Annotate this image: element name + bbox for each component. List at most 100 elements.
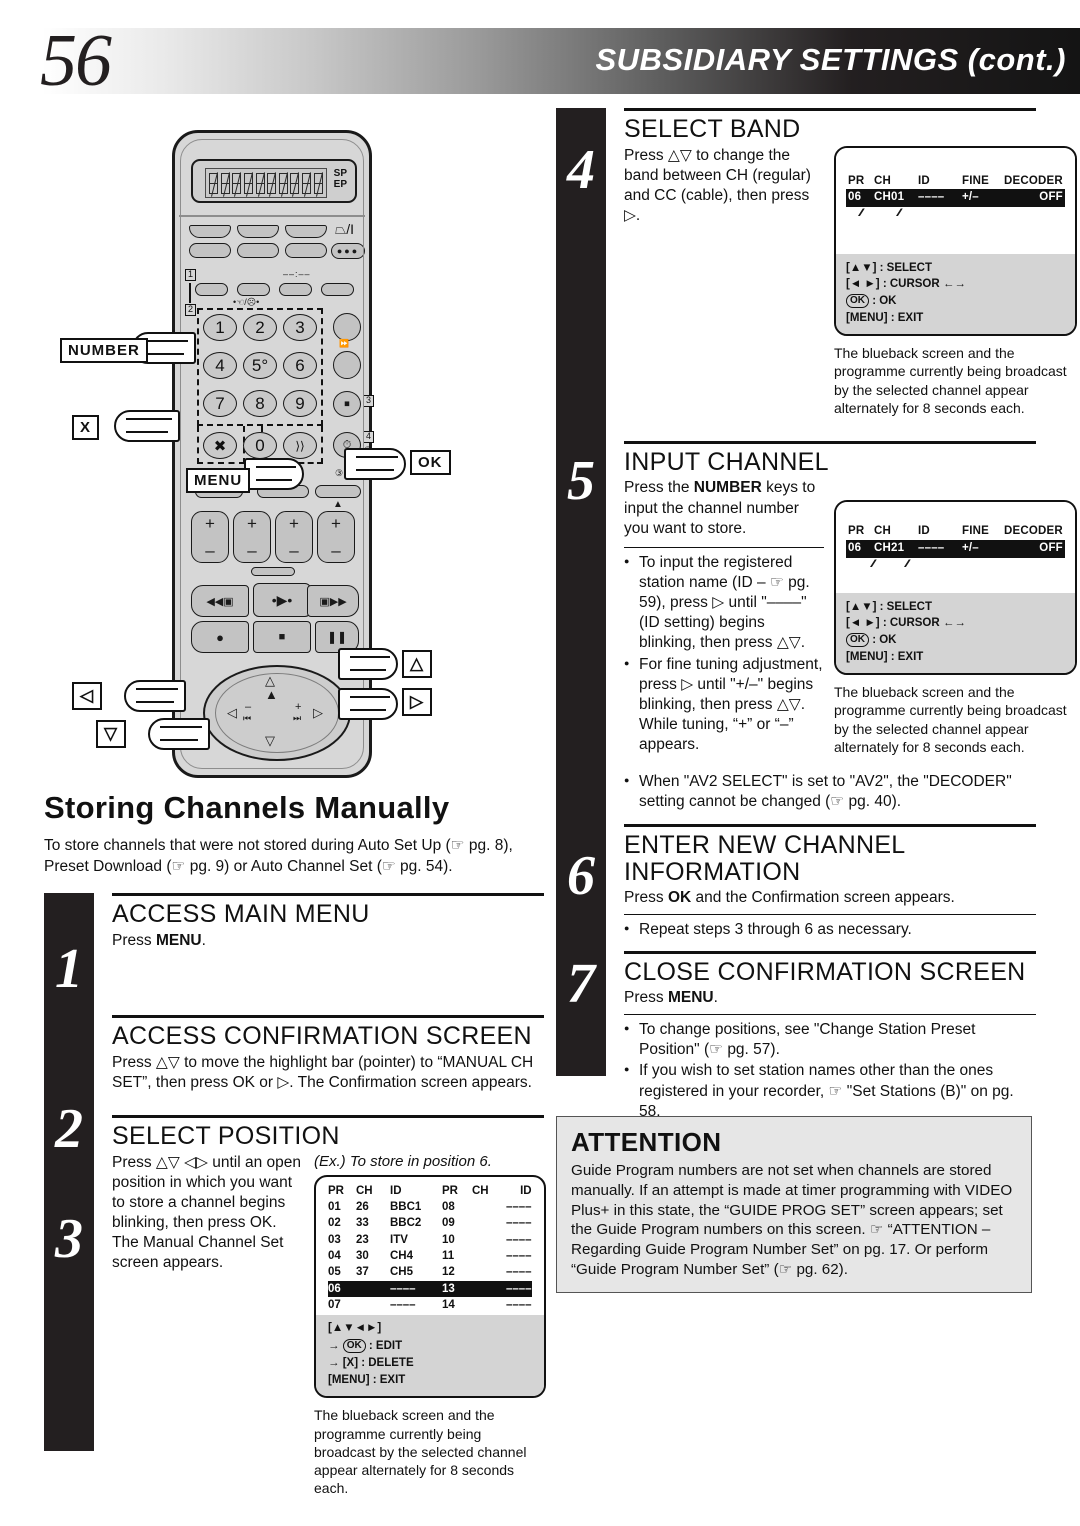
remote-function-button-4[interactable] (321, 283, 354, 296)
legend-edit: : EDIT (368, 1339, 403, 1352)
remote-function-button-3[interactable] (279, 283, 312, 296)
step-6-body-bold: OK (667, 889, 692, 907)
cursor-left-button[interactable]: ◁ (227, 705, 237, 721)
remote-body: SP EP ⏢/I ●●● ––:–– •☜/☹• 1 2 1 2 3 4 5°… (172, 130, 375, 778)
channel-list-cell: 37 (356, 1266, 369, 1279)
cursor-down-button[interactable]: ▽ (265, 733, 275, 749)
stop-button[interactable]: ■ (253, 621, 311, 653)
channel-list-cell: 02 (328, 1217, 341, 1230)
remote-speed-indicator: SP EP (334, 168, 347, 190)
col-header-pr2: PR (442, 1184, 458, 1197)
step-bar-right (556, 108, 606, 1076)
remote-source-button-3[interactable] (285, 243, 327, 258)
remote-tab-button-2[interactable] (237, 225, 279, 238)
osd-band-header-fine: FINE (962, 174, 989, 187)
osd-band-value-row: 06 CH01 –––– +/– OFF (846, 189, 1065, 207)
number-key-5[interactable]: 5° (243, 352, 277, 379)
section-intro-text: To store channels that were not stored d… (44, 837, 513, 875)
play-button[interactable]: •▶• (253, 583, 311, 617)
channel-list-cell: –––– (506, 1266, 532, 1279)
step-5-body-bold: NUMBER (693, 479, 762, 497)
number-key-8[interactable]: 8 (243, 390, 277, 417)
osd-channel-decoder: OFF (1039, 541, 1063, 554)
remote-source-button-1[interactable] (189, 243, 231, 258)
osd-band-legend-ok: : OK (872, 294, 897, 307)
channel-list-cell: 13 (442, 1282, 455, 1295)
remote-panel-divider (179, 215, 365, 217)
number-key-1[interactable]: 1 (203, 314, 237, 341)
minus-icon-1: – (205, 541, 215, 560)
remote-timer-button[interactable]: ⏹ (333, 391, 361, 417)
channel-list-cell: CH5 (390, 1266, 414, 1279)
steps-block-left: 1 2 3 ACCESS MAIN MENU Press MENU. ACCES… (44, 893, 546, 1511)
step-3: SELECT POSITION Press △▽ ◁▷ until an ope… (112, 1115, 546, 1511)
number-key-9[interactable]: 9 (283, 390, 317, 417)
osd-band-header-decoder: DECODER (1004, 174, 1063, 187)
channel-list-row[interactable]: 04 30 CH4 11 –––– (328, 1248, 532, 1264)
channel-list-cell: –––– (506, 1282, 532, 1295)
next-track-icon: ⏭ (293, 713, 302, 723)
channel-list-row[interactable]: 03 23 ITV 10 –––– (328, 1232, 532, 1248)
number-key-0[interactable]: 0 (243, 432, 277, 459)
number-key-4[interactable]: 4 (203, 352, 237, 379)
cursor-up-filled-icon: ▲ (265, 687, 278, 702)
step-6-bullet-1: Repeat steps 3 through 6 as necessary. (624, 920, 1036, 940)
channel-list-cell: 06 (328, 1282, 341, 1295)
remote-source-button-2[interactable] (237, 243, 279, 258)
channel-list-row[interactable]: 01 26 BBC1 08 –––– (328, 1199, 532, 1215)
cancel-x-key[interactable]: ✖ (203, 432, 237, 459)
osd-channel-header-ch: CH (874, 525, 892, 538)
step-number-7: 7 (567, 953, 595, 1015)
step-7-bullets: To change positions, see "Change Station… (624, 1020, 1036, 1122)
callout-number-label: NUMBER (60, 338, 148, 363)
callout-left-label: ◁ (72, 682, 103, 710)
number-key-6[interactable]: 6 (283, 352, 317, 379)
osd-channel-pr: 06 (848, 541, 862, 554)
osd-channel-header-pr: PR (848, 525, 865, 538)
callout-menu-label: MENU (186, 468, 251, 493)
remote-function-button-1[interactable] (195, 283, 228, 296)
remote-ok-button[interactable] (315, 485, 361, 498)
channel-list-row[interactable]: 06 –––– 13 –––– (328, 1280, 532, 1298)
remote-small-button[interactable] (251, 567, 295, 576)
legend-exit: [MENU] : EXIT (328, 1374, 406, 1387)
number-key-3[interactable]: 3 (283, 314, 317, 341)
channel-list-row[interactable]: 02 33 BBC2 09 –––– (328, 1215, 532, 1231)
number-key-7[interactable]: 7 (203, 390, 237, 417)
remote-tab-button-3[interactable] (285, 225, 327, 238)
fast-forward-button[interactable]: ▣▶▶ (307, 585, 359, 617)
channel-list-header-row: PR CH ID PR CH ID (328, 1183, 532, 1199)
remote-function-button-2[interactable] (237, 283, 270, 296)
channel-list-cell: CH4 (390, 1250, 414, 1263)
osd-band-legend-cursor: [◄ ►] : CURSOR ←→ (846, 278, 966, 291)
mute-icon: •☜/☹• (233, 297, 260, 307)
channel-list-cell: –––– (506, 1201, 532, 1214)
rewind-button[interactable]: ◀◀▣ (191, 585, 249, 617)
step-7-bullet-1: To change positions, see "Change Station… (624, 1020, 1036, 1060)
number-key-2[interactable]: 2 (243, 314, 277, 341)
channel-list-cell (356, 1297, 390, 1313)
remote-power-button[interactable]: ●●● (331, 243, 365, 259)
step-4-body: Press △▽ to change the band between CH (… (624, 146, 811, 224)
channel-list-cell: BBC2 (390, 1217, 422, 1230)
legend-arrow-1: → (328, 1339, 340, 1352)
remote-control-illustration: SP EP ⏢/I ●●● ––:–– •☜/☹• 1 2 1 2 3 4 5°… (44, 110, 544, 790)
power-icon: ⏢/I (335, 221, 354, 237)
tape-speed-key[interactable]: ⟩⟩ (283, 432, 317, 459)
remote-round-button-1[interactable] (333, 313, 361, 341)
remote-tab-button-1[interactable] (189, 225, 231, 238)
callout-right-label: ▷ (402, 688, 433, 716)
cursor-right-button[interactable]: ▷ (313, 705, 323, 721)
plus-icon-4: + (331, 514, 341, 533)
step-7-bullet-2: If you wish to set station names other t… (624, 1061, 1036, 1121)
channel-list-osd: PR CH ID PR CH ID 01 26 BBC1 08 –––– 02 33 BBC2… (314, 1174, 546, 1399)
channel-list-row[interactable]: 07 –––– 14 –––– (328, 1297, 532, 1313)
step-1: ACCESS MAIN MENU Press MENU. (112, 893, 544, 997)
channel-list-cell: 08 (442, 1201, 455, 1214)
remote-round-button-2[interactable] (333, 351, 361, 379)
left-column: SP EP ⏢/I ●●● ––:–– •☜/☹• 1 2 1 2 3 4 5°… (44, 110, 546, 1511)
osd-band-headers: PR CH ID FINE DECODER (846, 174, 1065, 190)
channel-list-row[interactable]: 05 37 CH5 12 –––– (328, 1264, 532, 1280)
col-header-id2: ID (520, 1184, 532, 1197)
record-button[interactable]: ● (191, 621, 249, 653)
